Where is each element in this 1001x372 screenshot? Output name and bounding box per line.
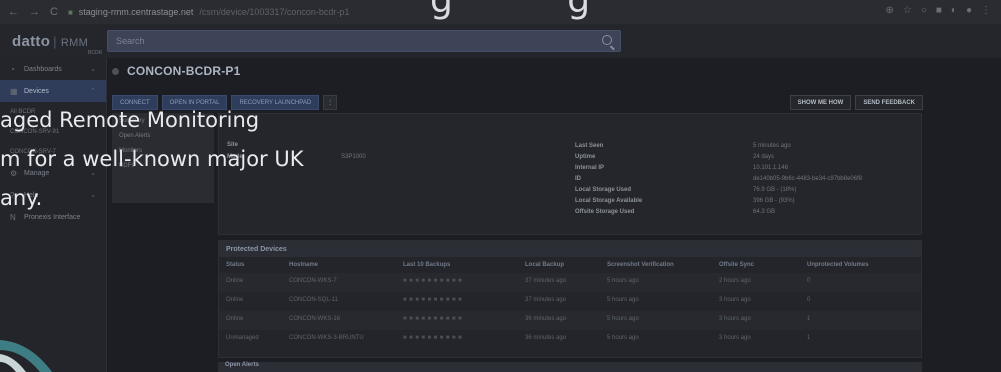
- device-info-panel: Site Model S3P1000 Last Seen 5 minutes a…: [218, 113, 922, 235]
- info-model-value: S3P1000: [341, 154, 366, 160]
- info-local-storage-available: Local Storage Available: [575, 198, 643, 204]
- sidebar-item-dashboards[interactable]: ◔ Dashboards ⌄: [0, 58, 106, 80]
- col-status[interactable]: Status: [226, 262, 244, 268]
- search-icon[interactable]: [602, 35, 612, 45]
- search-input[interactable]: Search: [107, 30, 621, 52]
- zoom-icon[interactable]: ⊕: [885, 5, 893, 16]
- open-alerts-title: Open Alerts: [218, 362, 922, 372]
- table-row[interactable]: Online CONCON-WKS-16 ■■■■■■■■■■ 36 minut…: [219, 311, 921, 330]
- datto-logo[interactable]: datto | RMM: [12, 33, 88, 50]
- url-path: /csm/device/1003317/concon-bcdr-p1: [199, 7, 350, 17]
- extension-icon[interactable]: ◐: [951, 5, 957, 16]
- info-offsite-storage-used: Offsite Storage Used: [575, 209, 635, 215]
- table-row[interactable]: Unmanaged CONCON-WKS-3-BRUNTU ■■■■■■■■■■…: [219, 330, 921, 349]
- more-actions-icon[interactable]: ⋮: [323, 95, 338, 110]
- info-internal-ip: Internal IP: [575, 165, 605, 171]
- chevron-up-icon: ⌃: [90, 88, 96, 95]
- overlay-line-3: any.: [0, 186, 43, 210]
- backup-history: ■■■■■■■■■■: [403, 316, 465, 322]
- device-header: CONCON-BCDR-P1: [112, 64, 240, 78]
- sidebar: ◔ Dashboards ⌄ ▦ Devices ⌃ All BCDR CONC…: [0, 58, 107, 372]
- search-placeholder: Search: [116, 36, 145, 46]
- col-unprotected[interactable]: Unprotected Volumes: [807, 262, 869, 268]
- chevron-down-icon: ⌄: [90, 192, 96, 199]
- extension-icon[interactable]: ●: [966, 5, 972, 16]
- logo-sub: BCDR: [88, 50, 103, 56]
- col-offsite-sync[interactable]: Offsite Sync: [719, 262, 754, 268]
- decorative-swoosh: [0, 340, 52, 372]
- show-me-how-button[interactable]: SHOW ME HOW: [789, 95, 852, 110]
- dashboard-icon: ◔: [10, 64, 15, 74]
- table-row[interactable]: Online CONCON-WKS-7 ■■■■■■■■■■ 37 minute…: [219, 273, 921, 292]
- info-local-storage-used: Local Storage Used: [575, 187, 632, 193]
- col-hostname[interactable]: Hostname: [289, 262, 318, 268]
- table-row[interactable]: Online CONCON-SQL-11 ■■■■■■■■■■ 37 minut…: [219, 292, 921, 311]
- chevron-down-icon: ⌄: [90, 66, 96, 73]
- extension-icon[interactable]: ■: [936, 5, 942, 16]
- star-icon[interactable]: ☆: [903, 5, 912, 16]
- backup-history: ■■■■■■■■■■: [403, 335, 465, 341]
- col-screenshot[interactable]: Screenshot Verification: [607, 262, 674, 268]
- help-actions: SHOW ME HOW SEND FEEDBACK: [789, 95, 923, 110]
- menu-icon[interactable]: ⋮: [981, 5, 991, 16]
- reload-icon[interactable]: C: [50, 6, 58, 18]
- col-last-backups: Last 10 Backups: [403, 262, 451, 268]
- col-local-backup[interactable]: Local Backup: [525, 262, 564, 268]
- info-id: ID: [575, 176, 581, 182]
- forward-icon[interactable]: →: [29, 6, 40, 18]
- page-title: CONCON-BCDR-P1: [127, 64, 241, 78]
- back-icon[interactable]: ←: [8, 6, 19, 18]
- section-title: Protected Devices: [219, 241, 921, 257]
- interface-icon: N: [10, 212, 16, 222]
- send-feedback-button[interactable]: SEND FEEDBACK: [855, 95, 923, 110]
- backup-history: ■■■■■■■■■■: [403, 278, 465, 284]
- status-dot: [112, 67, 119, 75]
- overlay-line-1: aged Remote Monitoring: [0, 108, 260, 132]
- info-last-seen: Last Seen: [575, 143, 604, 149]
- table-header: Status Hostname Last 10 Backups Local Ba…: [219, 257, 921, 273]
- slide-title-fragment: g g: [430, 0, 591, 21]
- backup-history: ■■■■■■■■■■: [403, 297, 465, 303]
- sidebar-item-devices[interactable]: ▦ Devices ⌃: [0, 80, 106, 102]
- devices-icon: ▦: [10, 86, 18, 96]
- info-uptime: Uptime: [575, 154, 596, 160]
- lock-icon: ■: [67, 7, 73, 17]
- overlay-line-2: m for a well-known major UK: [0, 147, 304, 171]
- extension-icon[interactable]: ○: [921, 5, 927, 16]
- protected-devices-panel: Protected Devices Status Hostname Last 1…: [218, 240, 922, 358]
- url-host: staging-rmm.centrastage.net: [78, 7, 194, 17]
